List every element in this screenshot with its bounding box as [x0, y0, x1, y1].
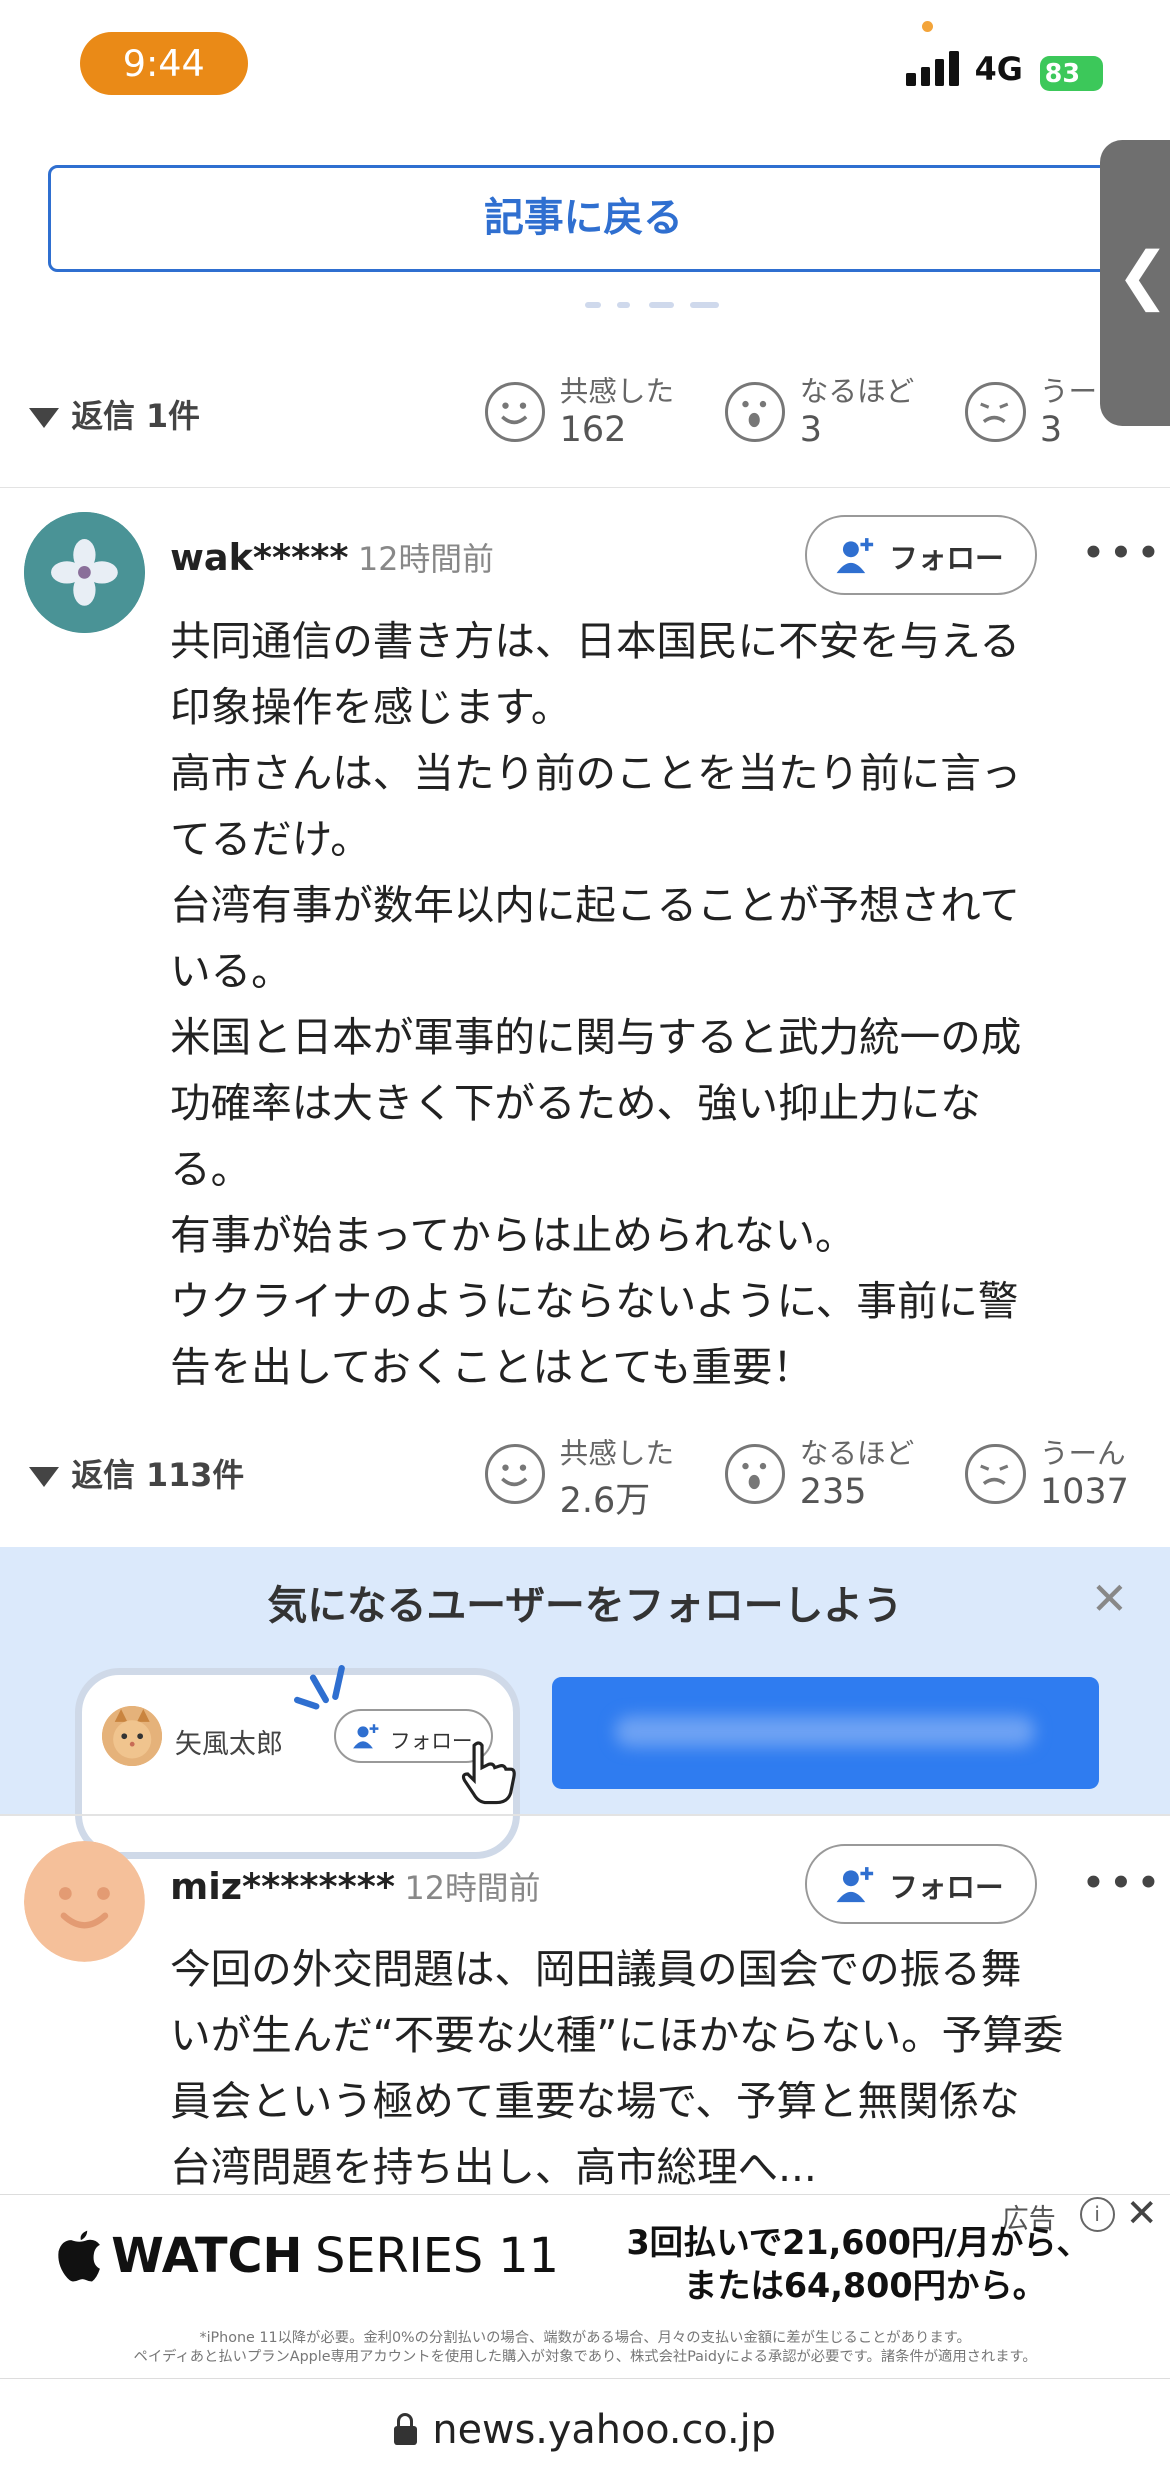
- comment-line: 功確率は大きく下がるため、強い抑止力にな: [170, 1078, 981, 1127]
- surprised-face-icon: [725, 1443, 786, 1505]
- follow-button[interactable]: フォロー: [804, 1844, 1037, 1924]
- comment-time: 12時間前: [404, 1870, 541, 1908]
- replies-count: 返信 1件: [71, 398, 200, 436]
- surprised-face-icon: [725, 381, 786, 442]
- reaction-count: 162: [559, 410, 627, 451]
- comment-username[interactable]: miz******** 12時間前: [170, 1863, 540, 1909]
- close-icon[interactable]: ✕: [1126, 2191, 1158, 2235]
- troubled-face-icon: [965, 381, 1026, 442]
- reaction-empathy[interactable]: 共感した 2.6万: [484, 1431, 724, 1533]
- address-bar[interactable]: news.yahoo.co.jp: [0, 2407, 1170, 2453]
- avatar[interactable]: [23, 511, 145, 633]
- comment-time: 12時間前: [358, 541, 494, 579]
- comment-line: 員会という極めて重要な場で、予算と無関係な: [170, 2076, 1020, 2125]
- apple-logo-icon: [58, 2230, 101, 2282]
- smile-face-icon: [484, 1443, 546, 1505]
- ad-brand-series: SERIES 11: [315, 2229, 559, 2285]
- reaction-label: うー: [1039, 373, 1098, 408]
- replies-toggle[interactable]: 返信 1件: [28, 391, 200, 437]
- network-type: 4G: [974, 50, 1023, 88]
- divider: [0, 1814, 1170, 1816]
- status-time: 9:44: [79, 31, 249, 96]
- username: miz********: [170, 1865, 395, 1909]
- reaction-label: うーん: [1039, 1436, 1126, 1470]
- comment-username[interactable]: wak***** 12時間前: [170, 534, 494, 580]
- add-user-icon: [836, 1867, 874, 1903]
- sparkle-icon: [294, 1664, 346, 1710]
- follow-label: フォロー: [889, 541, 1004, 576]
- reaction-count: 2.6万: [559, 1481, 651, 1522]
- reaction-uun[interactable]: うーん 1037: [965, 1431, 1170, 1533]
- avatar[interactable]: [23, 1841, 145, 1963]
- battery-level: 83: [1044, 57, 1081, 88]
- more-options-icon[interactable]: •••: [1081, 529, 1164, 577]
- comment-line: 高市さんは、当たり前のことを当たり前に言っ: [170, 748, 1022, 797]
- divider: [0, 486, 1170, 489]
- comment-line: 共同通信の書き方は、日本国民に不安を与える: [170, 616, 1021, 665]
- clipped-content-fragment: [585, 302, 760, 312]
- reaction-naruhodo[interactable]: なるほど 235: [725, 1431, 964, 1533]
- smile-face-icon: [484, 381, 546, 442]
- reaction-label: 共感した: [559, 373, 675, 408]
- privacy-indicator-dot: [922, 20, 934, 32]
- troubled-face-icon: [965, 1443, 1026, 1505]
- comment-body: 共同通信の書き方は、日本国民に不安を与える 印象操作を感じます。 高市さんは、当…: [170, 609, 1124, 1401]
- comment-line: 告を出しておくことはとても重要！: [170, 1342, 813, 1391]
- follow-button[interactable]: フォロー: [804, 515, 1037, 595]
- screen: 9:44 4G 83 記事に戻る ❮ 返信 1件 共感した 162 なるほど 3…: [0, 0, 1170, 2492]
- reaction-count: 235: [799, 1472, 867, 1513]
- replies-toggle[interactable]: 返信 113件: [28, 1450, 245, 1496]
- reaction-naruhodo[interactable]: なるほど 3: [725, 369, 964, 471]
- more-options-icon[interactable]: •••: [1081, 1859, 1164, 1907]
- ad-brand-watch: WATCH: [111, 2229, 303, 2285]
- ad-price-line: または64,800円から。: [683, 2265, 1047, 2305]
- reaction-label: なるほど: [799, 1436, 915, 1470]
- reaction-count: 1037: [1039, 1472, 1129, 1513]
- comment-line: 有事が始まってからは止められない。: [170, 1210, 856, 1259]
- username: wak*****: [170, 536, 349, 580]
- add-user-icon: [352, 1724, 379, 1749]
- sample-username: 矢風太郎: [174, 1728, 283, 1760]
- comment-line: 台湾問題を持ち出し、高市総理へ...: [170, 2142, 817, 2191]
- ad-brand: WATCH SERIES 11: [111, 2229, 559, 2284]
- battery-icon: 83: [1039, 55, 1104, 91]
- reaction-label: なるほど: [799, 373, 915, 408]
- pointer-hand-icon: [461, 1741, 516, 1805]
- lock-icon: [394, 2413, 417, 2445]
- back-to-article-button[interactable]: 記事に戻る: [47, 165, 1145, 272]
- reaction-count: 3: [799, 410, 822, 451]
- close-icon[interactable]: ✕: [1091, 1574, 1128, 1625]
- comment-line: いる。: [170, 946, 292, 995]
- comment-line: 印象操作を感じます。: [170, 682, 572, 731]
- ad-fine-print: ペイディあと払いプランApple専用アカウントを使用した購入が対象であり、株式会…: [133, 2349, 1037, 2366]
- add-user-icon: [836, 537, 874, 573]
- triangle-down-icon: [28, 1467, 59, 1487]
- triangle-down-icon: [28, 408, 59, 428]
- reaction-label: 共感した: [559, 1436, 675, 1470]
- chevron-left-icon: ❮: [1116, 238, 1170, 313]
- reaction-count: 3: [1039, 410, 1063, 451]
- follow-label: フォロー: [889, 1870, 1004, 1905]
- url-text: news.yahoo.co.jp: [432, 2407, 776, 2454]
- promo-title: 気になるユーザーをフォローしよう: [267, 1583, 903, 1630]
- comment-line: 米国と日本が軍事的に関与すると武力統一の成: [170, 1012, 1022, 1061]
- comment-line: 台湾有事が数年以内に起こることが予想されて: [170, 880, 1021, 929]
- replies-count: 返信 113件: [71, 1457, 245, 1495]
- comment-line: 今回の外交問題は、岡田議員の国会での振る舞: [170, 1944, 1022, 1993]
- comment-line: てるだけ。: [170, 814, 371, 863]
- ad-price-line: 3回払いで21,600円/月から、: [626, 2222, 1091, 2262]
- comment-body: 今回の外交問題は、岡田議員の国会での振る舞 いが生んだ“不要な火種”にほかならな…: [170, 1937, 1124, 2201]
- signal-icon: [906, 50, 960, 86]
- comment-line: ウクライナのようにならないように、事前に警: [170, 1276, 1019, 1325]
- reaction-empathy[interactable]: 共感した 162: [484, 369, 724, 471]
- comment-line: いが生んだ“不要な火種”にほかならない。予算委: [170, 2010, 1064, 2059]
- promo-cta-button[interactable]: [551, 1677, 1099, 1789]
- reaction-uun[interactable]: うー 3: [965, 369, 1170, 471]
- ad-fine-print: *iPhone 11以降が必要。金利0%の分割払いの場合、端数がある場合、月々の…: [199, 2330, 971, 2347]
- comment-line: る。: [170, 1144, 252, 1193]
